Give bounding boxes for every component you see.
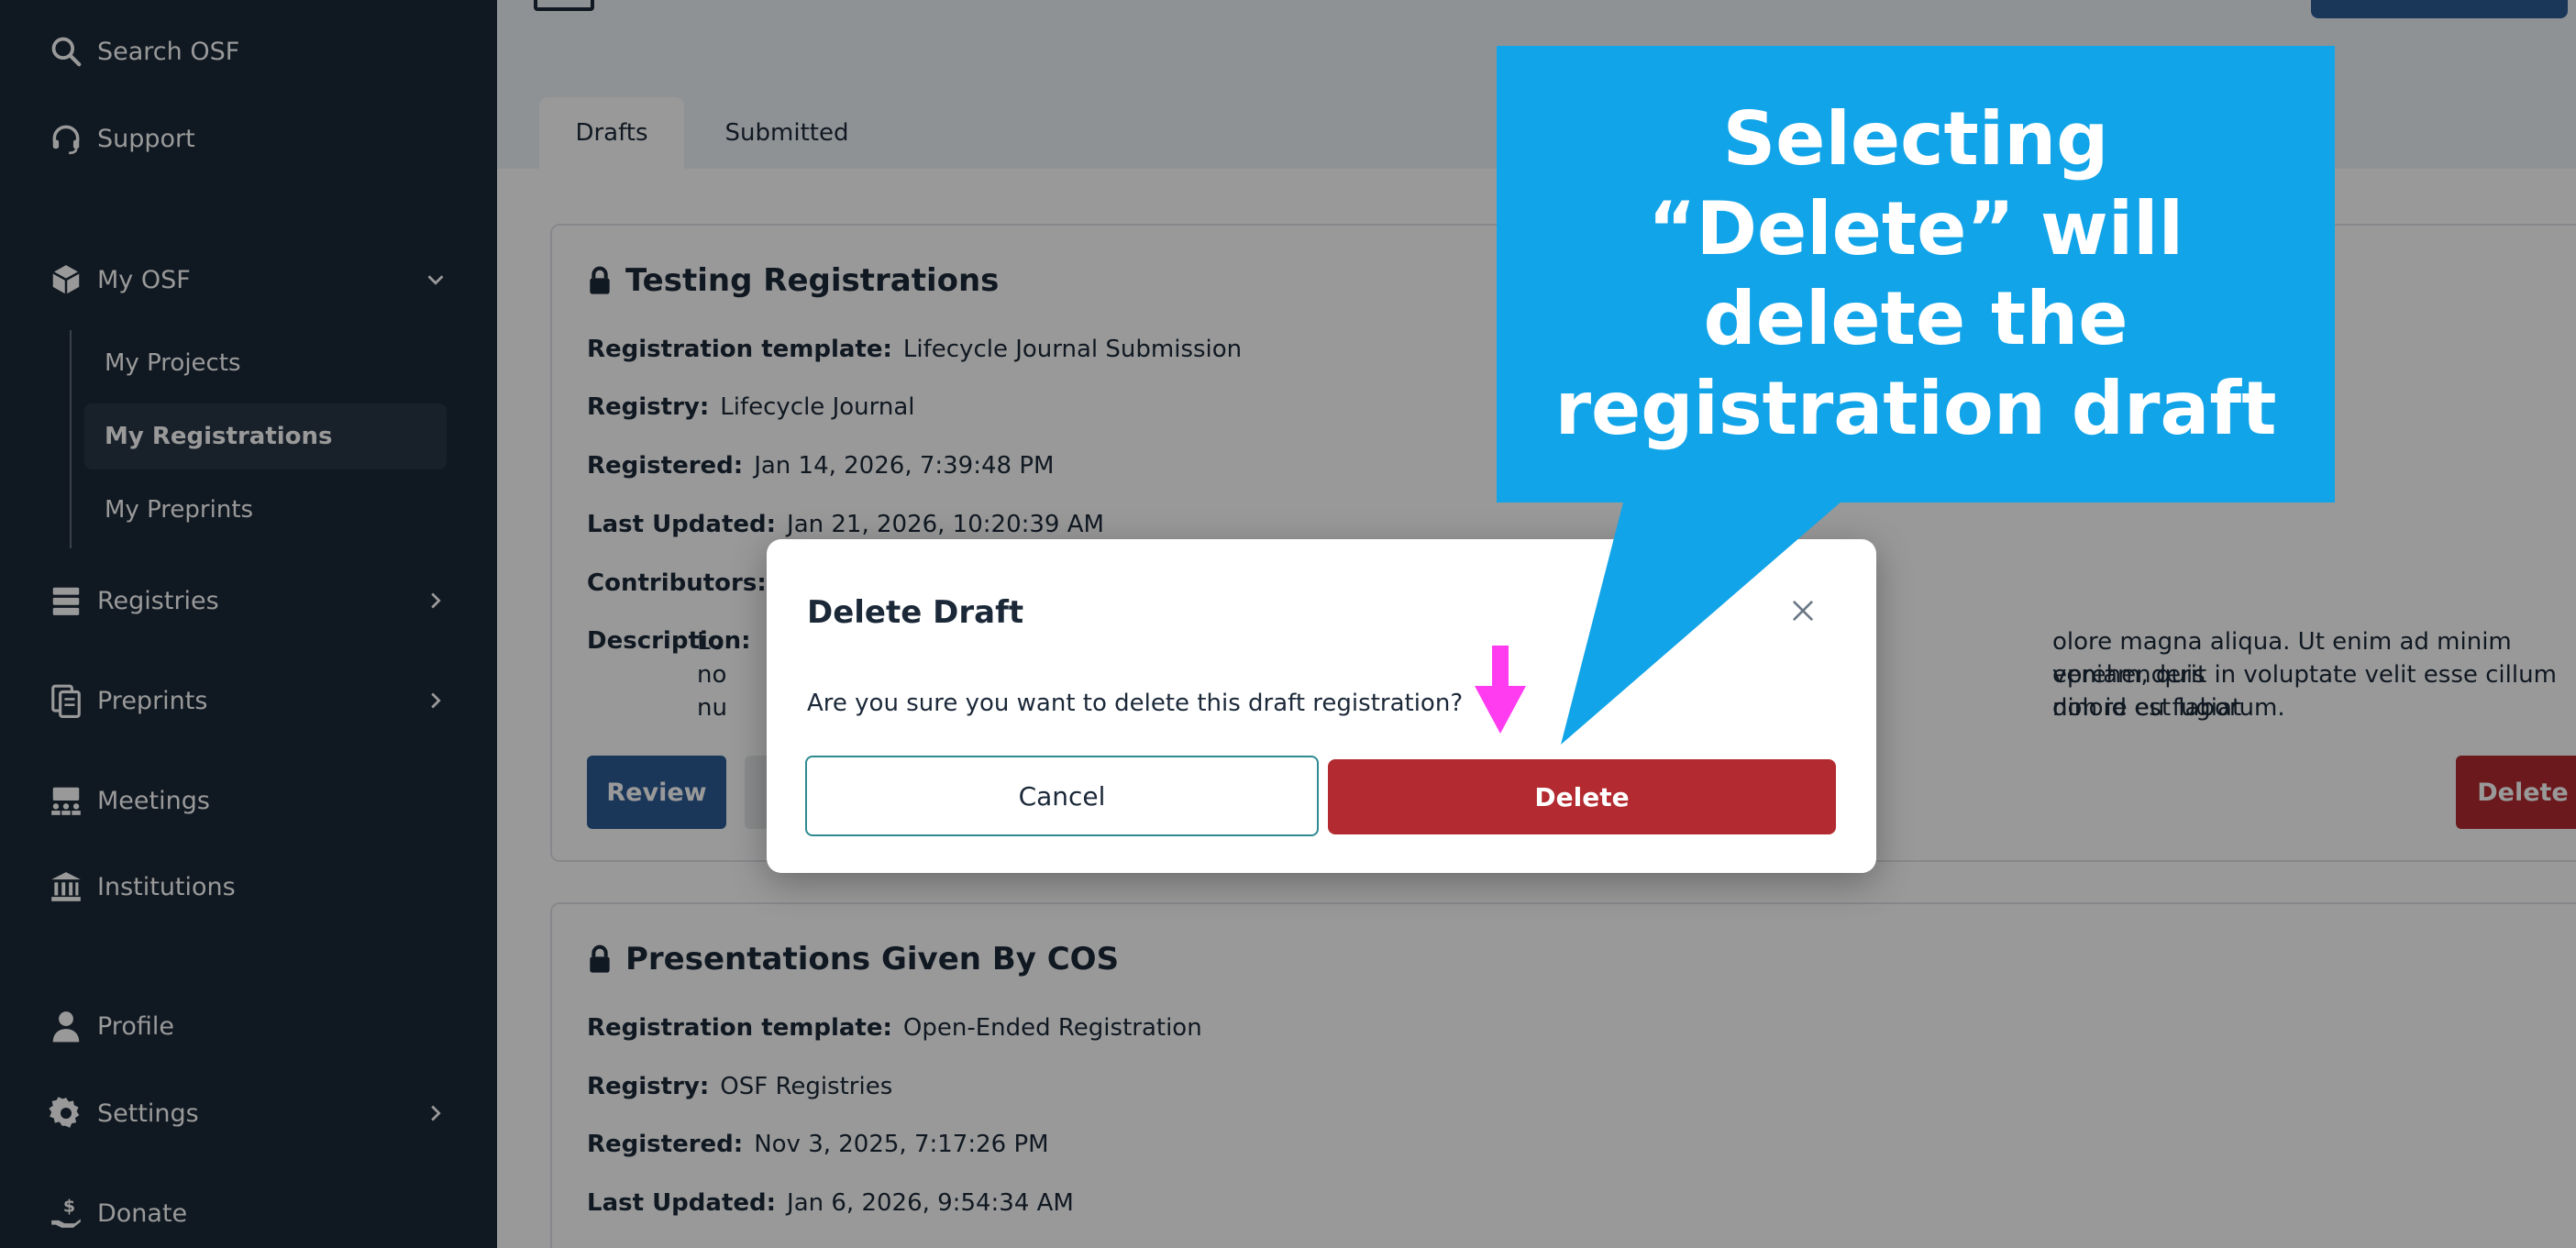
delete-draft-dialog: Delete Draft Are you sure you want to de… (767, 539, 1876, 873)
annotation-callout: Selecting “Delete” will delete the regis… (1497, 46, 2335, 503)
confirm-delete-button[interactable]: Delete (1328, 759, 1836, 834)
arrow-down-icon (1475, 646, 1526, 734)
cancel-button[interactable]: Cancel (805, 756, 1319, 836)
dialog-message: Are you sure you want to delete this dra… (807, 690, 1464, 717)
dialog-title: Delete Draft (807, 594, 1024, 631)
close-icon[interactable] (1785, 592, 1821, 629)
callout-text: Selecting “Delete” will delete the regis… (1554, 96, 2277, 451)
